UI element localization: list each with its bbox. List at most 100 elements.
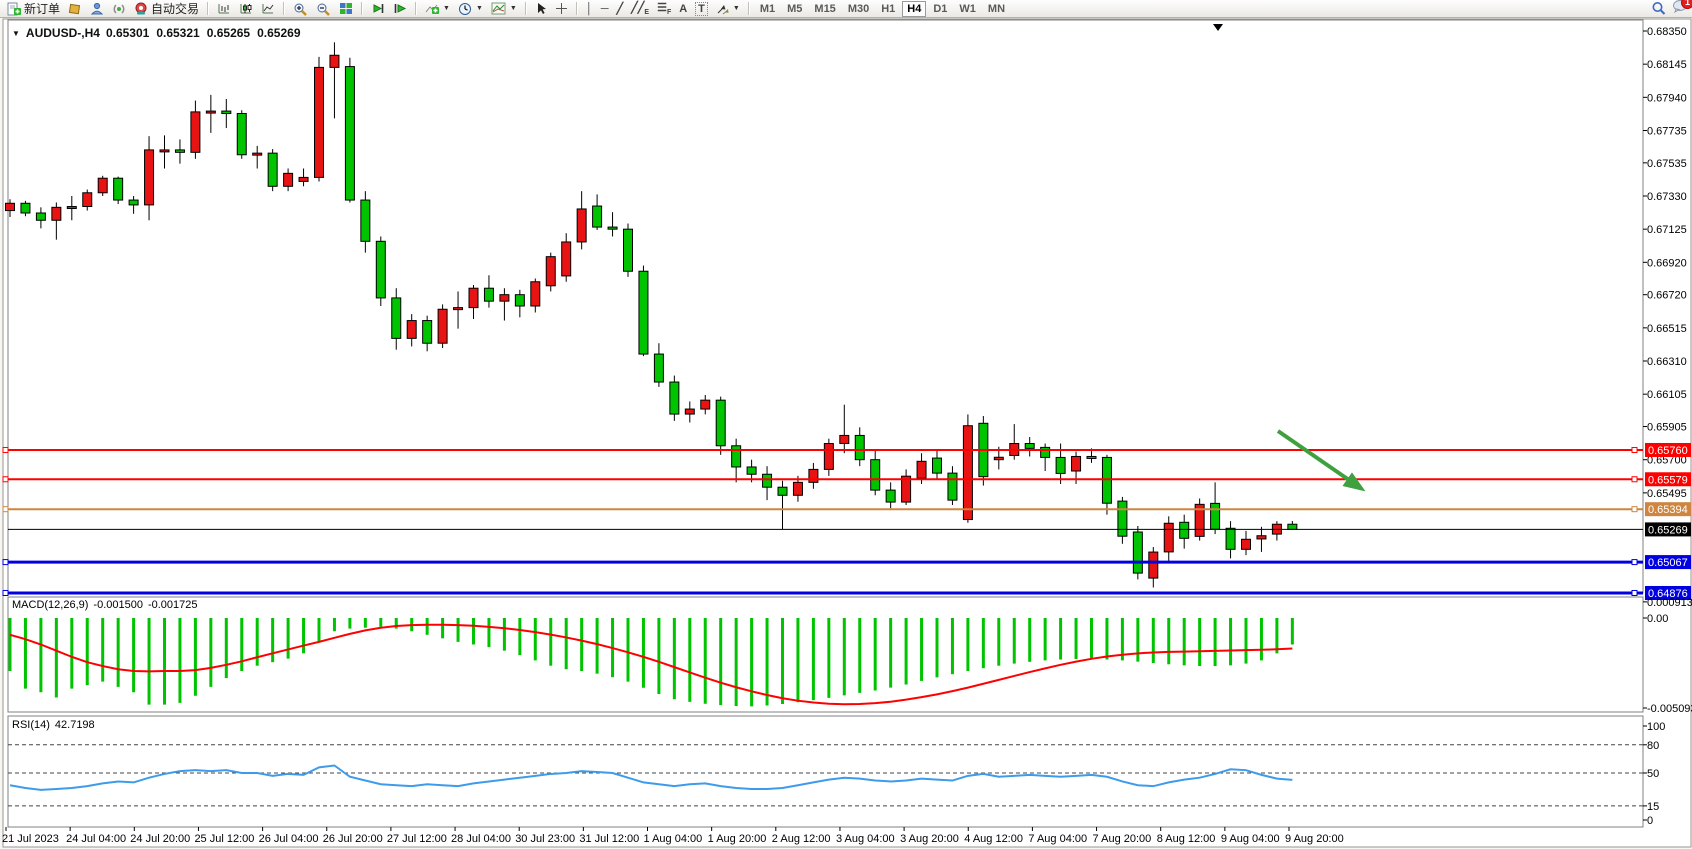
candle-body — [1087, 456, 1096, 458]
candle-body — [624, 229, 633, 271]
price-axis[interactable]: 0.683500.681450.679400.677350.675350.673… — [1643, 26, 1687, 500]
accounts-button[interactable] — [87, 1, 107, 17]
chart-shift-button[interactable] — [390, 1, 410, 17]
svg-text:0.66920: 0.66920 — [1647, 257, 1687, 269]
line-handle[interactable] — [3, 447, 8, 452]
rsi-panel[interactable] — [8, 716, 1643, 827]
tab-timeframe-d1[interactable]: D1 — [928, 1, 952, 17]
candle-body — [1164, 523, 1173, 552]
candle-body — [175, 150, 184, 152]
chart-canvas[interactable]: 0.683500.681450.679400.677350.675350.673… — [0, 0, 1692, 849]
candle-body — [1180, 522, 1189, 538]
indicators-button[interactable]: ▼ — [422, 1, 453, 17]
horizontal-line-tool-button[interactable]: ─ — [598, 1, 612, 17]
text-icon: A — [679, 3, 687, 15]
tab-timeframe-h1[interactable]: H1 — [876, 1, 900, 17]
tab-timeframe-m15[interactable]: M15 — [809, 1, 840, 17]
line-handle[interactable] — [3, 507, 8, 512]
tab-timeframe-w1[interactable]: W1 — [954, 1, 981, 17]
svg-text:0.67125: 0.67125 — [1647, 224, 1687, 236]
line-handle[interactable] — [3, 560, 8, 565]
line-handle[interactable] — [1632, 590, 1637, 595]
new-order-button[interactable]: 新订单 — [4, 1, 63, 17]
chat-button[interactable]: 1 — [1672, 0, 1688, 18]
toolbar-separator — [525, 2, 527, 15]
svg-text:0: 0 — [1647, 815, 1653, 827]
svg-text:2 Aug 12:00: 2 Aug 12:00 — [772, 833, 831, 845]
candle-body — [809, 469, 818, 482]
line-handle[interactable] — [3, 477, 8, 482]
market-watch-button[interactable] — [65, 1, 85, 17]
fibonacci-tool-button[interactable]: ☰F — [654, 1, 674, 17]
search-icon[interactable] — [1651, 1, 1666, 16]
candle-body — [330, 55, 339, 67]
svg-text:26 Jul 20:00: 26 Jul 20:00 — [323, 833, 383, 845]
main-chart-panel[interactable] — [8, 20, 1643, 593]
svg-text:9 Aug 04:00: 9 Aug 04:00 — [1221, 833, 1280, 845]
candle-body — [1118, 501, 1127, 536]
bar-chart-icon — [217, 2, 231, 15]
line-chart-button[interactable] — [258, 1, 278, 17]
candle-body — [129, 200, 138, 205]
trendline-icon: ╱ — [617, 2, 624, 15]
zoom-out-button[interactable] — [313, 1, 334, 17]
candle-body — [1041, 447, 1050, 457]
text-tool-button[interactable]: A — [676, 1, 690, 17]
toolbar-separator — [748, 2, 750, 15]
channel-tool-button[interactable]: ╱╱E — [628, 1, 652, 17]
line-handle[interactable] — [3, 590, 8, 595]
svg-text:0.66515: 0.66515 — [1647, 323, 1687, 335]
rsi-name: RSI(14) — [12, 719, 50, 731]
vertical-line-tool-button[interactable]: │ — [583, 1, 596, 17]
tab-timeframe-m1[interactable]: M1 — [755, 1, 780, 17]
autotrading-button[interactable]: 自动交易 — [131, 1, 202, 17]
gold-cube-icon — [68, 2, 82, 15]
tab-timeframe-m5[interactable]: M5 — [782, 1, 807, 17]
crosshair-tool-button[interactable] — [552, 1, 571, 17]
candle-body — [577, 209, 586, 242]
candle-body — [994, 457, 1003, 459]
tab-timeframe-m30[interactable]: M30 — [843, 1, 874, 17]
signals-button[interactable] — [109, 1, 129, 17]
cursor-icon — [535, 2, 547, 15]
svg-text:3 Aug 04:00: 3 Aug 04:00 — [836, 833, 895, 845]
periods-button[interactable]: ▼ — [455, 1, 486, 17]
chart-title: ▼ AUDUSD-,H4 0.65301 0.65321 0.65265 0.6… — [12, 26, 301, 40]
macd-signal-value: -0.001725 — [148, 599, 198, 611]
candle-body — [237, 114, 246, 155]
auto-scroll-button[interactable] — [368, 1, 388, 17]
chevron-down-icon: ▼ — [510, 5, 517, 12]
rsi-indicator-label: RSI(14) 42.7198 — [12, 719, 95, 731]
templates-button[interactable]: ▼ — [488, 1, 520, 17]
candle-body — [654, 354, 663, 382]
candle-body — [1257, 536, 1266, 539]
bar-chart-button[interactable] — [214, 1, 234, 17]
clock-icon — [458, 2, 472, 16]
trendline-tool-button[interactable]: ╱ — [614, 1, 627, 17]
tile-windows-button[interactable] — [336, 1, 356, 17]
line-handle[interactable] — [1632, 507, 1637, 512]
low-value: 0.65265 — [207, 26, 250, 40]
arrow-objects-icon — [716, 3, 729, 15]
line-handle[interactable] — [1632, 560, 1637, 565]
close-value: 0.65269 — [257, 26, 300, 40]
macd-main-value: -0.001500 — [93, 599, 143, 611]
chevron-down-icon[interactable]: ▼ — [12, 29, 20, 38]
tab-timeframe-mn[interactable]: MN — [983, 1, 1010, 17]
autotrading-icon — [134, 2, 148, 15]
candle-body — [747, 467, 756, 474]
cursor-tool-button[interactable] — [532, 1, 550, 17]
line-handle[interactable] — [1632, 447, 1637, 452]
arrows-tool-button[interactable]: ▼ — [713, 1, 743, 17]
tab-timeframe-h4[interactable]: H4 — [902, 1, 926, 17]
candle-body — [454, 308, 463, 310]
macd-panel[interactable] — [8, 597, 1643, 712]
candle-body — [145, 150, 154, 205]
line-handle[interactable] — [1632, 477, 1637, 482]
svg-text:50: 50 — [1647, 768, 1659, 780]
candle-body — [917, 461, 926, 478]
text-label-tool-button[interactable]: T — [692, 1, 711, 17]
zoom-in-button[interactable] — [290, 1, 311, 17]
candlestick-chart-button[interactable] — [236, 1, 256, 17]
macd-name: MACD(12,26,9) — [12, 599, 88, 611]
